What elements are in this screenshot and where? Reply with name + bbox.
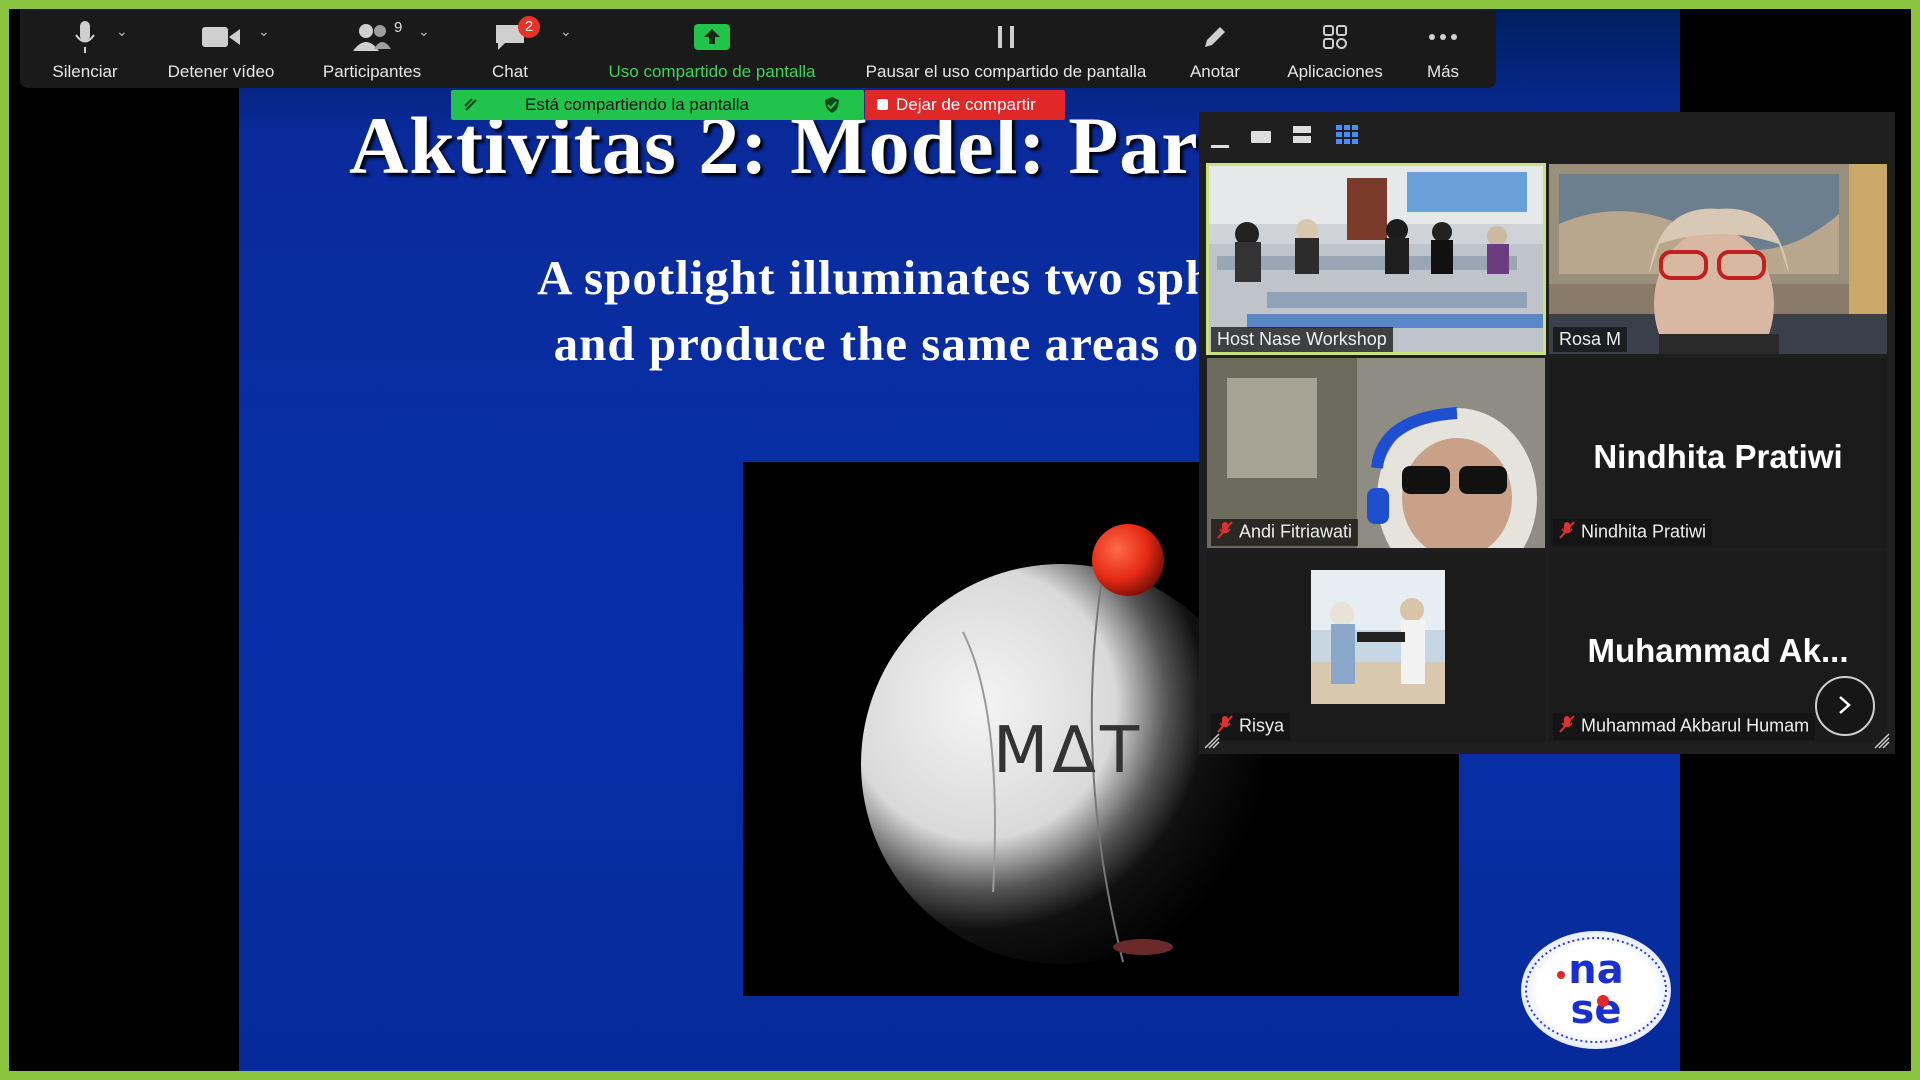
more-button[interactable]: Más	[1408, 9, 1478, 88]
video-tile-nindhita[interactable]: Nindhita Pratiwi Nindhita Pratiwi	[1549, 358, 1887, 548]
stop-video-button[interactable]: Detener vídeo	[146, 9, 296, 88]
stop-share-label: Dejar de compartir	[896, 95, 1036, 114]
chat-unread-badge: 2	[518, 16, 540, 38]
host-video-feed	[1207, 164, 1545, 354]
svg-text:se: se	[1571, 987, 1622, 1033]
participants-label: Participantes	[322, 62, 422, 81]
participants-button[interactable]: 9 Participantes	[302, 9, 442, 88]
chat-label: Chat	[492, 62, 528, 81]
annotate-button[interactable]: Anotar	[1170, 9, 1260, 88]
muted-mic-icon	[1559, 521, 1575, 544]
tile-name-label: Host Nase Workshop	[1211, 327, 1393, 352]
pause-share-button[interactable]: Pausar el uso compartido de pantalla	[836, 9, 1176, 88]
tile-name-label: Rosa M	[1553, 327, 1628, 352]
share-screen-button[interactable]: Uso compartido de pantalla	[592, 9, 832, 88]
mute-button[interactable]: Silenciar	[30, 9, 140, 88]
tile-name-label: Risya	[1211, 713, 1291, 740]
pencil-icon	[1205, 27, 1225, 47]
more-label: Más	[1426, 62, 1460, 81]
more-dots-icon	[1429, 34, 1457, 40]
chevron-down-icon[interactable]: ⌄	[560, 23, 572, 40]
microphone-icon	[75, 21, 95, 53]
participant-display-name: Nindhita Pratiwi	[1593, 438, 1843, 475]
gallery-view-controls	[1199, 112, 1895, 160]
drag-grip-icon	[464, 98, 477, 111]
chevron-down-icon[interactable]: ⌄	[258, 23, 270, 40]
share-screen-icon	[694, 24, 730, 50]
participant-name: Risya	[1239, 715, 1285, 736]
strip-view-icon[interactable]	[1293, 126, 1311, 149]
tile-name-label: Andi Fitriawati	[1211, 519, 1359, 546]
rosa-video-feed	[1549, 164, 1887, 354]
participant-name: Andi Fitriawati	[1239, 521, 1353, 542]
video-tile-host[interactable]: Host Nase Workshop	[1206, 163, 1546, 355]
speaker-view-icon[interactable]	[1251, 130, 1271, 148]
apps-button[interactable]: Aplicaciones	[1270, 9, 1400, 88]
tile-name-label: Nindhita Pratiwi	[1553, 519, 1713, 546]
participant-name: Host Nase Workshop	[1217, 329, 1387, 349]
apps-label: Aplicaciones	[1287, 62, 1383, 81]
resize-handle-left[interactable]	[1203, 732, 1221, 750]
video-gallery-panel: Host Nase Workshop Rosa M Andi Fitriawat…	[1199, 112, 1895, 754]
participants-icon	[353, 24, 391, 51]
participant-name: Rosa M	[1559, 329, 1622, 349]
muted-mic-icon	[1217, 521, 1233, 544]
chevron-right-icon	[1839, 696, 1851, 714]
ball-brand-text: MΔT	[993, 714, 1143, 788]
video-tile-andi[interactable]: Andi Fitriawati	[1207, 358, 1545, 548]
annotate-label: Anotar	[1189, 62, 1241, 81]
meeting-toolbar: Silenciar ⌄ Detener vídeo ⌄ 9 Participan…	[20, 9, 1496, 88]
resize-handle-right[interactable]	[1873, 732, 1891, 750]
participant-name: Nindhita Pratiwi	[1581, 521, 1707, 542]
participants-count: 9	[394, 19, 403, 36]
tile-name-label: Muhammad Akbarul Humam	[1553, 713, 1816, 740]
stop-share-button[interactable]: Dejar de compartir	[865, 90, 1065, 120]
chat-button[interactable]: 2 Chat	[470, 9, 550, 88]
video-tile-rosa[interactable]: Rosa M	[1549, 164, 1887, 354]
minimize-icon[interactable]	[1211, 136, 1229, 154]
mute-label: Silenciar	[52, 62, 118, 81]
pause-share-label: Pausar el uso compartido de pantalla	[865, 62, 1147, 81]
pause-icon	[998, 26, 1014, 48]
shield-check-icon	[825, 97, 839, 113]
screen-share-area: Aktivitas 2: Model: Par A spotlight illu…	[9, 9, 1911, 1071]
chevron-down-icon[interactable]: ⌄	[116, 23, 128, 40]
small-red-sphere	[1092, 524, 1164, 596]
share-screen-label: Uso compartido de pantalla	[608, 62, 816, 81]
muted-mic-icon	[1559, 715, 1575, 738]
video-label: Detener vídeo	[167, 62, 275, 81]
video-camera-icon	[202, 27, 240, 47]
next-page-button[interactable]	[1815, 676, 1875, 736]
sharing-status-text: Está compartiendo la pantalla	[525, 95, 749, 114]
chevron-down-icon[interactable]: ⌄	[418, 23, 430, 40]
sharing-status-banner[interactable]: Está compartiendo la pantalla	[451, 90, 864, 120]
participant-display-name: Muhammad Ak...	[1587, 632, 1849, 669]
gallery-view-icon[interactable]	[1336, 125, 1358, 150]
nase-logo: na se	[1521, 931, 1671, 1049]
apps-icon	[1323, 25, 1347, 49]
stop-icon	[877, 99, 888, 110]
video-tile-risya[interactable]: Risya	[1207, 552, 1545, 742]
participant-name: Muhammad Akbarul Humam	[1581, 715, 1810, 736]
